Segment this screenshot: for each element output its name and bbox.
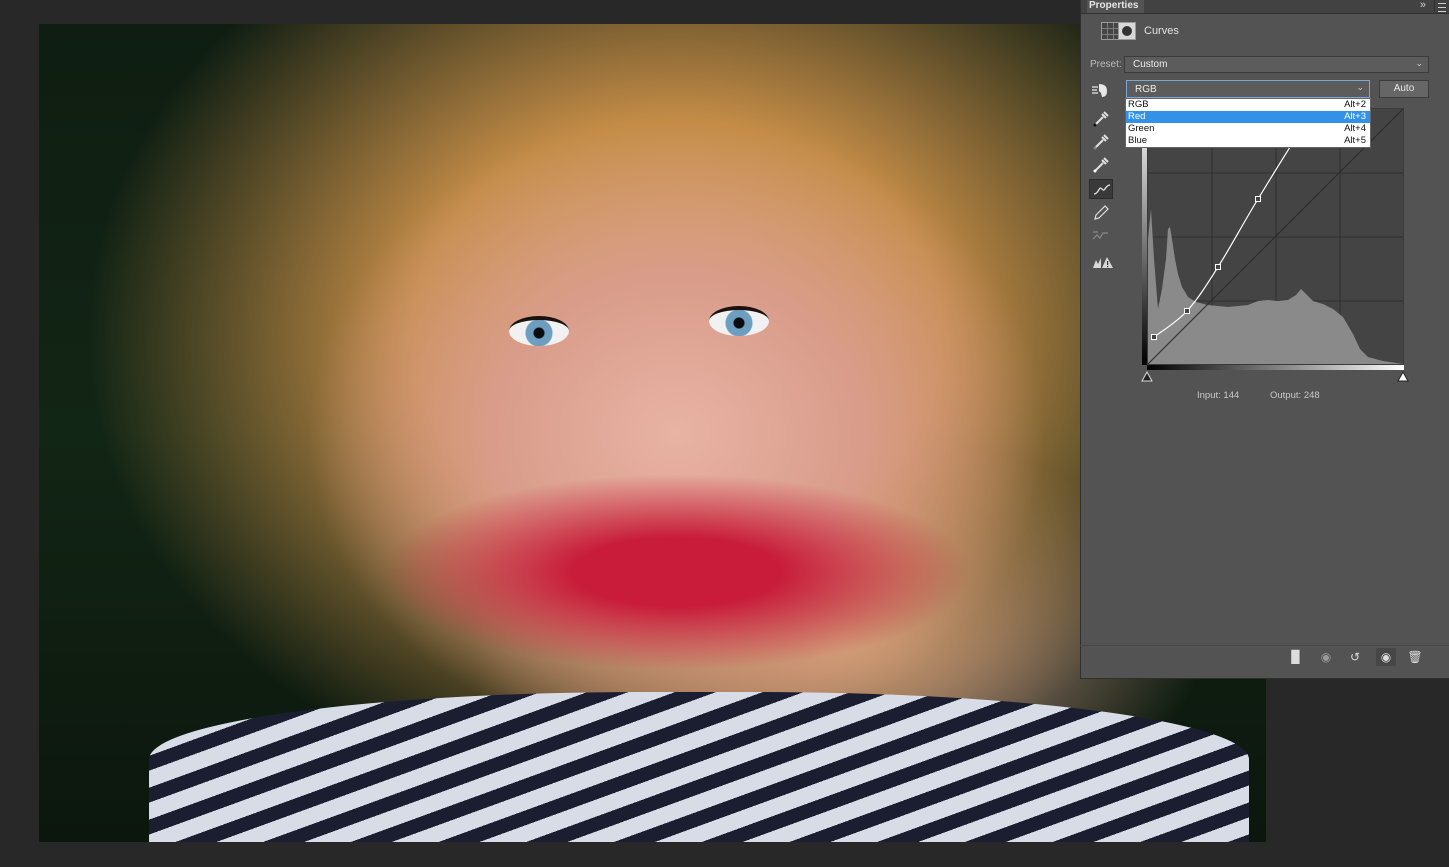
option-label: Green [1128,123,1155,134]
visibility-eye-icon[interactable]: ◉ [1376,648,1396,666]
channel-option-blue[interactable]: Blue Alt+5 [1126,135,1370,147]
input-value: 144 [1223,390,1240,401]
smooth-icon[interactable] [1089,225,1113,245]
reset-icon[interactable]: ↺ [1345,648,1365,666]
mask-icon[interactable] [1118,22,1136,40]
output-value: 248 [1303,390,1320,401]
black-point-slider[interactable] [1141,370,1153,382]
photo-eye-right [709,306,769,336]
pencil-tool-icon[interactable] [1089,202,1113,222]
option-shortcut: Alt+5 [1344,135,1366,146]
option-shortcut: Alt+4 [1344,123,1366,134]
photo-eye-left [509,316,569,346]
curves-icon[interactable] [1101,22,1119,40]
auto-button[interactable]: Auto [1379,80,1429,98]
panel-tab-bar: Properties » [1081,0,1449,14]
view-previous-icon[interactable]: ◉ [1316,648,1336,666]
output-readout: Output: 248 [1270,390,1320,401]
curve-control-point[interactable] [1255,196,1261,202]
channel-dropdown: RGB Alt+2 Red Alt+3 Green Alt+4 Blue Alt… [1125,98,1371,148]
channel-value: RGB [1135,84,1157,95]
white-point-eyedropper-icon[interactable] [1089,154,1113,174]
curve-control-point[interactable] [1151,334,1157,340]
input-label: Input: [1197,390,1221,401]
channel-select[interactable]: RGB ⌄ [1126,80,1370,98]
clipping-warning-icon[interactable] [1089,252,1113,272]
curve-point-tool-icon[interactable] [1089,179,1113,199]
curve-control-point[interactable] [1184,308,1190,314]
panel-menu-icon[interactable] [1434,0,1447,12]
preset-select[interactable]: Custom ⌄ [1124,56,1429,73]
channel-option-green[interactable]: Green Alt+4 [1126,123,1370,135]
gray-point-eyedropper-icon[interactable] [1089,131,1113,151]
adjustment-name: Curves [1144,25,1179,37]
trash-icon[interactable]: 🗑 [1405,648,1425,666]
channel-option-red[interactable]: Red Alt+3 [1126,111,1370,123]
curve-control-point[interactable] [1215,264,1221,270]
clip-to-layer-icon[interactable]: ▉ [1286,648,1306,666]
option-label: Red [1128,111,1146,122]
panel-title[interactable]: Properties [1087,0,1145,13]
option-label: RGB [1128,99,1149,110]
option-label: Blue [1128,135,1148,146]
target-adjust-icon[interactable] [1090,82,1112,98]
option-shortcut: Alt+2 [1344,99,1366,110]
chevron-down-icon: ⌄ [1415,58,1423,68]
white-point-slider[interactable] [1397,370,1409,382]
preset-value: Custom [1133,59,1168,70]
option-shortcut: Alt+3 [1344,111,1366,122]
chevron-down-icon: ⌄ [1356,82,1364,92]
channel-option-rgb[interactable]: RGB Alt+2 [1126,99,1370,111]
black-point-eyedropper-icon[interactable] [1089,108,1113,128]
output-label: Output: [1270,390,1302,401]
input-readout: Input: 144 [1197,390,1239,401]
collapse-icon[interactable]: » [1420,0,1426,12]
panel-footer-divider [1080,645,1449,646]
photo-striped-shirt [149,692,1249,842]
preset-label: Preset: [1090,59,1122,70]
